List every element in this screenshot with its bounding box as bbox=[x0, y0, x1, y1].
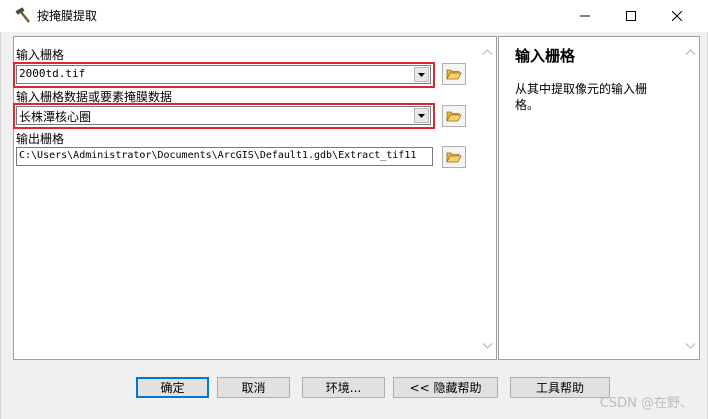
output-raster-label: 输出栅格 bbox=[16, 132, 65, 146]
input-raster-dropdown[interactable] bbox=[414, 67, 429, 82]
output-raster-value: C:\Users\Administrator\Documents\ArcGIS\… bbox=[19, 150, 417, 161]
scroll-up-icon[interactable] bbox=[482, 47, 493, 58]
scroll-up-icon[interactable] bbox=[685, 47, 696, 58]
tool-help-button-label: 工具帮助 bbox=[535, 381, 584, 395]
folder-open-icon bbox=[446, 152, 462, 163]
hide-help-button[interactable]: << 隐藏帮助 bbox=[393, 377, 498, 398]
chevron-down-icon bbox=[418, 113, 425, 118]
watermark: CSDN @在野、 bbox=[599, 396, 693, 411]
ok-button-label: 确定 bbox=[160, 381, 185, 395]
folder-open-icon bbox=[446, 69, 462, 80]
cancel-button[interactable]: 取消 bbox=[217, 377, 290, 398]
maximize-button[interactable] bbox=[608, 0, 654, 32]
mask-data-combo[interactable]: 长株潭核心圈 bbox=[16, 106, 431, 125]
chevron-down-icon bbox=[418, 72, 425, 77]
minimize-icon bbox=[580, 15, 590, 17]
mask-data-value: 长株潭核心圈 bbox=[19, 110, 92, 124]
close-button[interactable] bbox=[654, 0, 700, 32]
tool-help-button[interactable]: 工具帮助 bbox=[510, 377, 610, 398]
input-raster-value: 2000td.tif bbox=[19, 67, 86, 80]
scroll-down-icon[interactable] bbox=[482, 340, 493, 351]
window-title: 按掩膜提取 bbox=[37, 9, 98, 23]
title-bar[interactable]: 按掩膜提取 bbox=[0, 0, 708, 32]
parameters-scrollbar[interactable] bbox=[479, 37, 496, 359]
help-body: 从其中提取像元的输入栅格。 bbox=[515, 82, 648, 112]
input-raster-combo[interactable]: 2000td.tif bbox=[16, 65, 431, 84]
environments-button[interactable]: 环境... bbox=[302, 377, 385, 398]
cancel-button-label: 取消 bbox=[241, 381, 266, 395]
close-icon bbox=[672, 11, 682, 21]
minimize-button[interactable] bbox=[562, 0, 608, 32]
ok-button[interactable]: 确定 bbox=[136, 377, 209, 398]
maximize-icon bbox=[626, 11, 636, 21]
parameters-panel: 输入栅格 2000td.tif 输入栅格数据或要素掩膜数据 长株潭核心圈 输出栅… bbox=[13, 36, 497, 360]
help-title: 输入栅格 bbox=[515, 47, 576, 65]
hammer-icon bbox=[15, 7, 30, 23]
output-raster-field[interactable]: C:\Users\Administrator\Documents\ArcGIS\… bbox=[16, 147, 433, 166]
folder-open-icon bbox=[446, 111, 462, 122]
mask-data-dropdown[interactable] bbox=[414, 108, 429, 123]
help-panel: 输入栅格 从其中提取像元的输入栅格。 bbox=[498, 36, 700, 360]
environments-button-label: 环境... bbox=[325, 381, 362, 395]
output-raster-browse-button[interactable] bbox=[442, 146, 466, 168]
help-scrollbar[interactable] bbox=[682, 37, 699, 359]
hide-help-button-label: << 隐藏帮助 bbox=[409, 381, 482, 395]
dialog-body: 输入栅格 2000td.tif 输入栅格数据或要素掩膜数据 长株潭核心圈 输出栅… bbox=[0, 32, 708, 419]
input-raster-label: 输入栅格 bbox=[16, 48, 65, 62]
scroll-down-icon[interactable] bbox=[685, 340, 696, 351]
input-raster-browse-button[interactable] bbox=[442, 63, 466, 85]
mask-data-browse-button[interactable] bbox=[442, 105, 466, 127]
